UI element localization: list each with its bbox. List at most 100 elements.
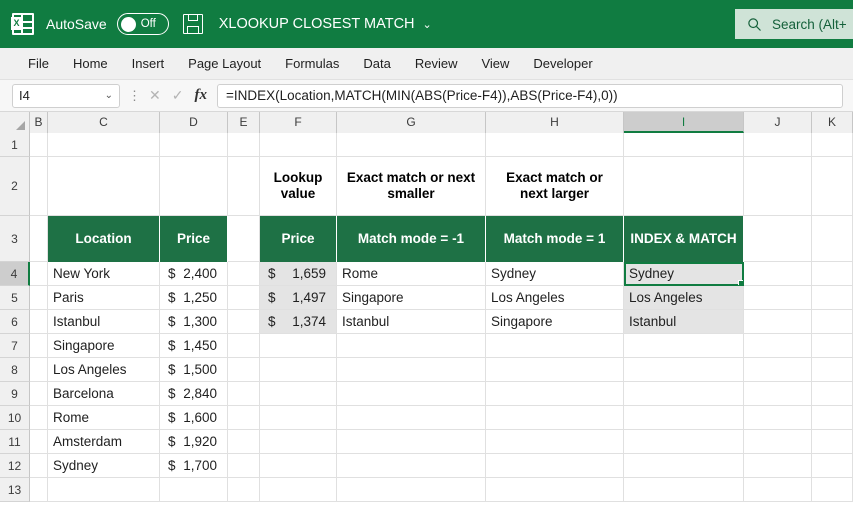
- cell-next-larger-2[interactable]: Los Angeles: [486, 286, 624, 310]
- row-header-6[interactable]: 6: [0, 310, 30, 334]
- cell-c2[interactable]: [48, 157, 160, 216]
- tab-view[interactable]: View: [469, 48, 521, 80]
- cell-d13[interactable]: [160, 478, 228, 502]
- cell-k10[interactable]: [812, 406, 853, 430]
- cell-e12[interactable]: [228, 454, 260, 478]
- chevron-down-icon[interactable]: ⌄: [105, 90, 113, 101]
- cell-next-smaller-2[interactable]: Singapore: [337, 286, 486, 310]
- cell-b10[interactable]: [30, 406, 48, 430]
- cell-next-smaller-1[interactable]: Rome: [337, 262, 486, 286]
- cell-index-match-2[interactable]: Los Angeles: [624, 286, 744, 310]
- cell-j6[interactable]: [744, 310, 812, 334]
- cell-j8[interactable]: [744, 358, 812, 382]
- cell-k12[interactable]: [812, 454, 853, 478]
- cancel-icon[interactable]: ✕: [149, 87, 161, 104]
- more-options-icon[interactable]: ⋮: [128, 88, 141, 104]
- caption-next-larger[interactable]: Exact match or next larger: [486, 157, 624, 216]
- cell-g13[interactable]: [337, 478, 486, 502]
- cell-location-8[interactable]: Amsterdam: [48, 430, 160, 454]
- tab-review[interactable]: Review: [403, 48, 470, 80]
- cell-e5[interactable]: [228, 286, 260, 310]
- cell-price-5[interactable]: $ 1,500: [160, 358, 228, 382]
- spreadsheet-grid[interactable]: B C D E F G H I J K 1 2 Lookup value Exa…: [0, 112, 853, 508]
- cell-h13[interactable]: [486, 478, 624, 502]
- column-header-f[interactable]: F: [260, 112, 337, 133]
- cell-b7[interactable]: [30, 334, 48, 358]
- cell-e2[interactable]: [228, 157, 260, 216]
- cell-i10[interactable]: [624, 406, 744, 430]
- cell-f12[interactable]: [260, 454, 337, 478]
- cell-j3[interactable]: [744, 216, 812, 262]
- cell-d1[interactable]: [160, 133, 228, 157]
- column-header-d[interactable]: D: [160, 112, 228, 133]
- cell-g7[interactable]: [337, 334, 486, 358]
- cell-d2[interactable]: [160, 157, 228, 216]
- cell-h9[interactable]: [486, 382, 624, 406]
- cell-f13[interactable]: [260, 478, 337, 502]
- cell-k9[interactable]: [812, 382, 853, 406]
- cell-i8[interactable]: [624, 358, 744, 382]
- cell-b8[interactable]: [30, 358, 48, 382]
- header-price-source[interactable]: Price: [160, 216, 228, 262]
- column-header-k[interactable]: K: [812, 112, 853, 133]
- cell-price-4[interactable]: $ 1,450: [160, 334, 228, 358]
- column-header-g[interactable]: G: [337, 112, 486, 133]
- cell-e1[interactable]: [228, 133, 260, 157]
- cell-k2[interactable]: [812, 157, 853, 216]
- header-match-mode-minus1[interactable]: Match mode = -1: [337, 216, 486, 262]
- cell-j13[interactable]: [744, 478, 812, 502]
- document-title[interactable]: XLOOKUP CLOSEST MATCH ⌄: [219, 16, 432, 32]
- cell-location-6[interactable]: Barcelona: [48, 382, 160, 406]
- row-header-8[interactable]: 8: [0, 358, 30, 382]
- cell-price-1[interactable]: $ 2,400: [160, 262, 228, 286]
- cell-index-match-1[interactable]: Sydney: [624, 262, 744, 286]
- cell-h11[interactable]: [486, 430, 624, 454]
- tab-formulas[interactable]: Formulas: [273, 48, 351, 80]
- cell-k7[interactable]: [812, 334, 853, 358]
- cell-i9[interactable]: [624, 382, 744, 406]
- cell-price-8[interactable]: $ 1,920: [160, 430, 228, 454]
- cell-c13[interactable]: [48, 478, 160, 502]
- header-match-mode-1[interactable]: Match mode = 1: [486, 216, 624, 262]
- row-header-3[interactable]: 3: [0, 216, 30, 262]
- autosave-toggle[interactable]: Off: [116, 13, 169, 35]
- cell-g1[interactable]: [337, 133, 486, 157]
- cell-b1[interactable]: [30, 133, 48, 157]
- select-all-corner[interactable]: [0, 112, 30, 133]
- row-header-1[interactable]: 1: [0, 133, 30, 157]
- cell-next-larger-1[interactable]: Sydney: [486, 262, 624, 286]
- row-header-13[interactable]: 13: [0, 478, 30, 502]
- cell-f9[interactable]: [260, 382, 337, 406]
- cell-location-4[interactable]: Singapore: [48, 334, 160, 358]
- tab-insert[interactable]: Insert: [120, 48, 177, 80]
- cell-k11[interactable]: [812, 430, 853, 454]
- cell-k6[interactable]: [812, 310, 853, 334]
- cell-k3[interactable]: [812, 216, 853, 262]
- cell-k5[interactable]: [812, 286, 853, 310]
- cell-j5[interactable]: [744, 286, 812, 310]
- tab-home[interactable]: Home: [61, 48, 120, 80]
- cell-b13[interactable]: [30, 478, 48, 502]
- cell-b4[interactable]: [30, 262, 48, 286]
- cell-location-1[interactable]: New York: [48, 262, 160, 286]
- save-icon[interactable]: [182, 14, 203, 34]
- header-price-lookup[interactable]: Price: [260, 216, 337, 262]
- tab-file[interactable]: File: [16, 48, 61, 80]
- cell-price-6[interactable]: $ 2,840: [160, 382, 228, 406]
- cell-j12[interactable]: [744, 454, 812, 478]
- cell-price-7[interactable]: $ 1,600: [160, 406, 228, 430]
- cell-h12[interactable]: [486, 454, 624, 478]
- cell-j1[interactable]: [744, 133, 812, 157]
- cell-b2[interactable]: [30, 157, 48, 216]
- cell-lookup-value-1[interactable]: $ 1,659: [260, 262, 337, 286]
- cell-b11[interactable]: [30, 430, 48, 454]
- column-header-j[interactable]: J: [744, 112, 812, 133]
- cell-index-match-3[interactable]: Istanbul: [624, 310, 744, 334]
- row-header-11[interactable]: 11: [0, 430, 30, 454]
- cell-e11[interactable]: [228, 430, 260, 454]
- cell-e3[interactable]: [228, 216, 260, 262]
- cell-g10[interactable]: [337, 406, 486, 430]
- cell-h1[interactable]: [486, 133, 624, 157]
- cell-g9[interactable]: [337, 382, 486, 406]
- header-index-match[interactable]: INDEX & MATCH: [624, 216, 744, 262]
